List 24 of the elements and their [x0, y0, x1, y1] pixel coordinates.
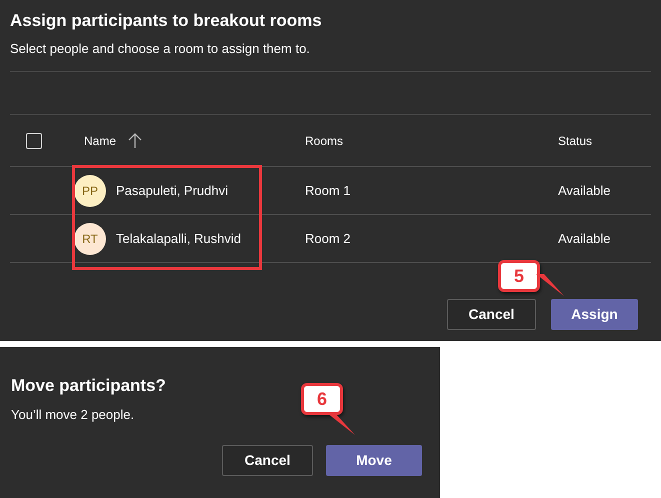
status-text: Available [558, 182, 612, 200]
status-text: Available [558, 230, 612, 248]
primary-button[interactable]: Move [326, 445, 422, 476]
dialog-subtitle: Select people and choose a room to assign them to. [9, 40, 311, 58]
avatar: RT [74, 222, 106, 254]
column-header[interactable]: Name [84, 132, 116, 150]
callout-pointer [536, 274, 566, 298]
dialog-title: Move participants? [10, 375, 167, 397]
step-callout: 6 [301, 383, 343, 415]
column-header[interactable]: Status [558, 132, 592, 150]
room-name: Room 1 [305, 182, 352, 200]
column-header[interactable]: Rooms [305, 132, 344, 150]
cancel-button[interactable]: Cancel [222, 445, 313, 476]
select-all-checkbox[interactable] [26, 132, 42, 148]
participant-name: Telakalapalli, Rushvid [116, 230, 242, 248]
primary-button[interactable]: Assign [551, 299, 638, 330]
dialog-title: Assign participants to breakout rooms [9, 10, 323, 32]
participant-name: Pasapuleti, Prudhvi [116, 182, 228, 200]
cancel-button[interactable]: Cancel [447, 299, 536, 330]
avatar: PP [74, 174, 106, 206]
dialog-message: You’ll move 2 people. [10, 406, 136, 424]
callout-pointer [327, 413, 357, 437]
step-callout: 5 [498, 260, 540, 292]
room-name: Room 2 [305, 230, 352, 248]
